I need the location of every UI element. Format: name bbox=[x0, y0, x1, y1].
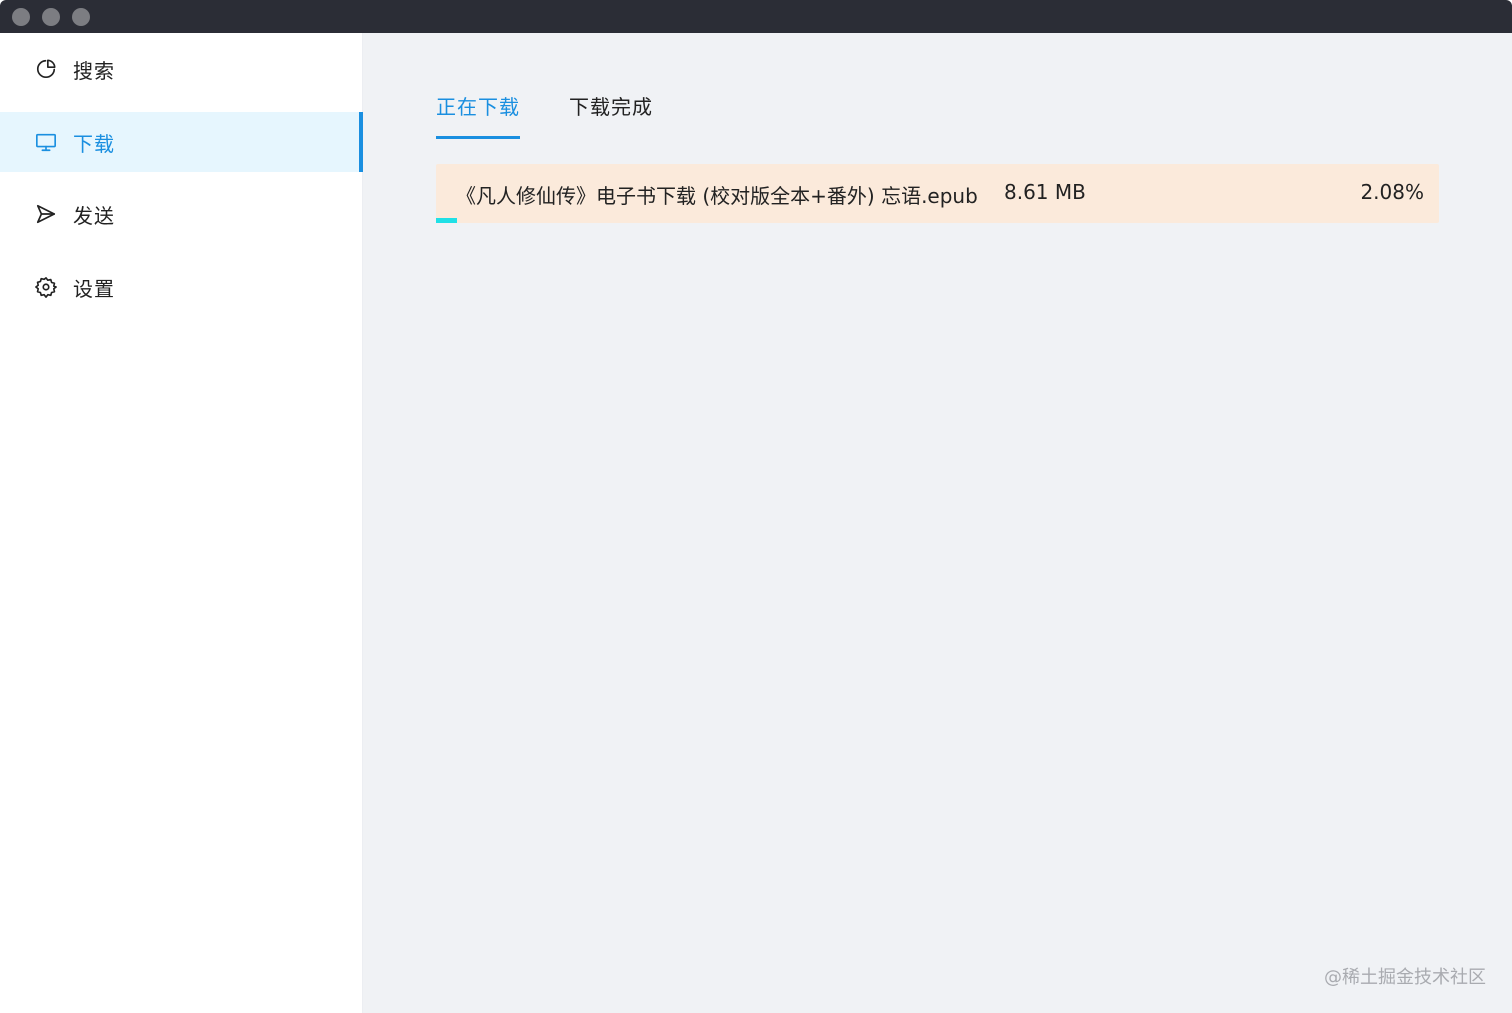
tab-downloading[interactable]: 正在下载 bbox=[436, 91, 520, 139]
minimize-window-button[interactable] bbox=[42, 8, 60, 26]
sidebar-item-settings[interactable]: 设置 bbox=[0, 257, 363, 317]
window-titlebar bbox=[0, 0, 1512, 33]
sidebar-item-label: 发送 bbox=[73, 203, 115, 228]
main-content: 正在下载 下载完成 《凡人修仙传》电子书下载 (校对版全本+番外) 忘语.epu… bbox=[363, 33, 1512, 1013]
download-progress-bar bbox=[436, 218, 1439, 223]
download-percent: 2.08% bbox=[1360, 180, 1424, 204]
close-window-button[interactable] bbox=[12, 8, 30, 26]
sidebar: 搜索 下载 发送 设置 bbox=[0, 33, 363, 1013]
download-item[interactable]: 《凡人修仙传》电子书下载 (校对版全本+番外) 忘语.epub 8.61 MB … bbox=[436, 164, 1439, 223]
maximize-window-button[interactable] bbox=[72, 8, 90, 26]
send-icon bbox=[34, 202, 58, 226]
watermark: @稀土掘金技术社区 bbox=[1324, 967, 1486, 988]
download-file-size: 8.61 MB bbox=[1004, 180, 1086, 204]
download-file-name: 《凡人修仙传》电子书下载 (校对版全本+番外) 忘语.epub bbox=[456, 184, 978, 208]
tab-completed[interactable]: 下载完成 bbox=[569, 91, 653, 139]
download-progress-fill bbox=[436, 218, 458, 223]
sidebar-item-label: 设置 bbox=[73, 276, 115, 301]
pie-chart-icon bbox=[34, 57, 58, 81]
sidebar-item-search[interactable]: 搜索 bbox=[0, 39, 363, 99]
monitor-icon bbox=[34, 130, 58, 154]
sidebar-item-send[interactable]: 发送 bbox=[0, 184, 363, 244]
sidebar-item-label: 下载 bbox=[73, 131, 115, 156]
sidebar-item-label: 搜索 bbox=[73, 58, 115, 83]
sidebar-item-download[interactable]: 下载 bbox=[0, 112, 363, 172]
gear-icon bbox=[34, 275, 58, 299]
